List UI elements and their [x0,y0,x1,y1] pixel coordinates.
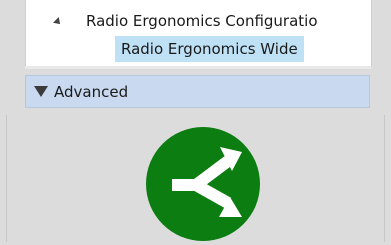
advanced-label: Advanced [54,82,129,101]
tree-item-radio-ergonomics-wide[interactable]: Radio Ergonomics Wide [115,36,304,62]
tree-expander-icon[interactable] [53,16,63,27]
split-arrow-icon [146,127,260,241]
tree-view: Radio Ergonomics Configuratio Radio Ergo… [25,0,372,66]
advanced-section-header[interactable]: Advanced [25,75,370,108]
triangle-down-icon[interactable] [34,86,48,97]
tree-item-label: Radio Ergonomics Configuratio [86,12,318,30]
panel-divider [25,66,371,69]
tree-item-label: Radio Ergonomics Wide [121,40,298,58]
tree-item-radio-ergonomics-configuration[interactable]: Radio Ergonomics Configuratio [53,8,318,34]
advanced-content-panel [6,115,385,242]
